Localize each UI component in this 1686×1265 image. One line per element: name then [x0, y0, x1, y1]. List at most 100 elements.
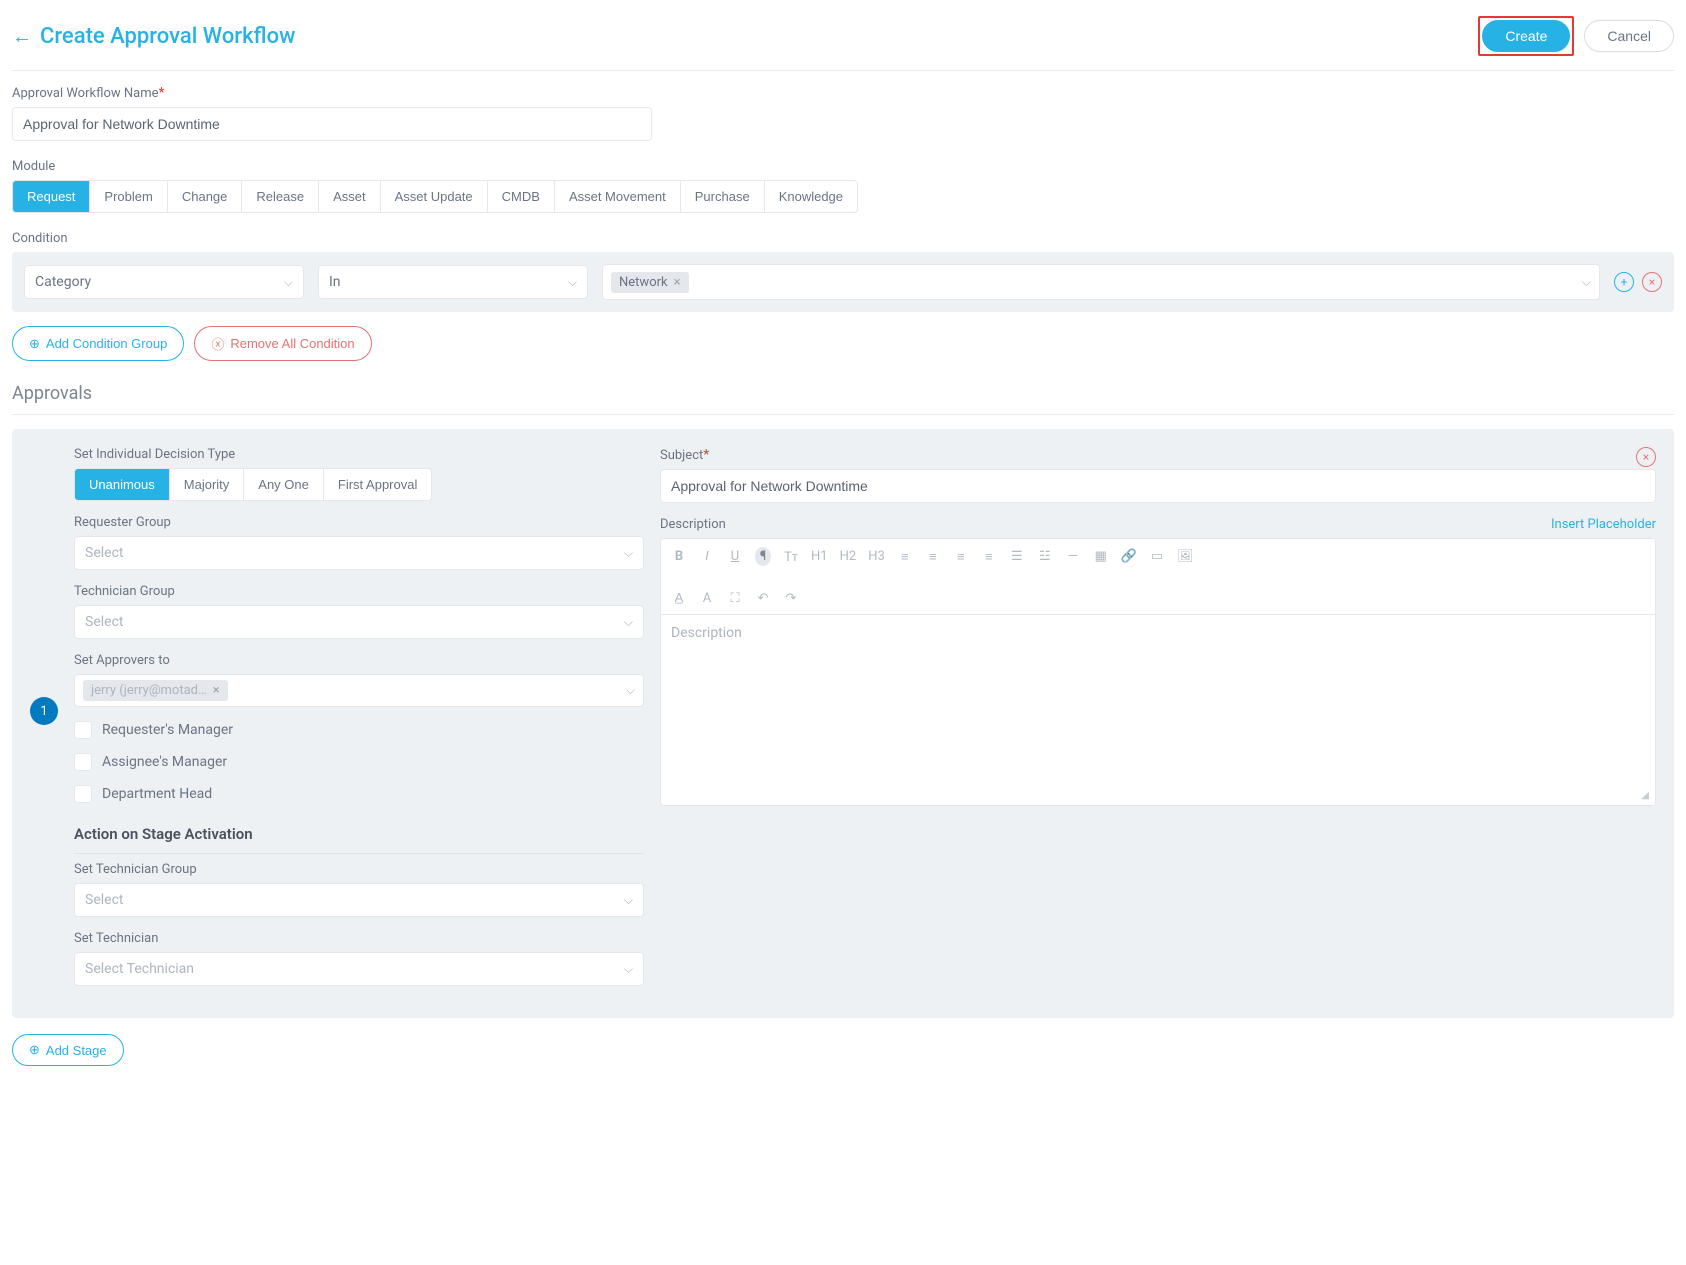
approvals-heading: Approvals — [12, 383, 1674, 415]
chevron-down-icon: ⌵ — [624, 615, 633, 630]
h1-icon[interactable]: H1 — [811, 549, 828, 564]
workflow-name-label: Approval Workflow Name* — [12, 85, 1674, 101]
chevron-down-icon: ⌵ — [624, 893, 633, 908]
video-icon[interactable]: ▭ — [1149, 549, 1165, 564]
technician-group-label: Technician Group — [74, 584, 644, 599]
underline-icon[interactable]: U — [727, 549, 743, 564]
workflow-name-input[interactable] — [12, 107, 652, 141]
plus-circle-icon: ⊕ — [29, 1042, 40, 1058]
checkbox-department-head[interactable]: Department Head — [74, 785, 644, 803]
text-size-icon[interactable]: Tᴛ — [783, 549, 799, 565]
condition-field-select[interactable]: Category ⌵ — [24, 265, 304, 299]
decision-unanimous[interactable]: Unanimous — [75, 469, 170, 500]
stage-right-column: Subject* Description Insert Placeholder … — [660, 447, 1656, 1000]
condition-value-tag: Network × — [611, 272, 689, 293]
add-condition-group-button[interactable]: ⊕ Add Condition Group — [12, 326, 184, 361]
decision-type-group: Unanimous Majority Any One First Approva… — [74, 468, 432, 501]
remove-tag-icon[interactable]: × — [674, 275, 681, 290]
checkbox-requesters-manager[interactable]: Requester's Manager — [74, 721, 644, 739]
technician-group-select[interactable]: Select ⌵ — [74, 605, 644, 639]
back-arrow-icon[interactable]: ← — [12, 24, 32, 49]
approvers-label: Set Approvers to — [74, 653, 644, 668]
tab-problem[interactable]: Problem — [90, 181, 167, 212]
subject-input[interactable] — [660, 469, 1656, 503]
cancel-button[interactable]: Cancel — [1584, 20, 1674, 52]
remove-tag-icon[interactable]: × — [213, 683, 220, 698]
add-stage-button[interactable]: ⊕ Add Stage — [12, 1034, 124, 1066]
tab-cmdb[interactable]: CMDB — [488, 181, 555, 212]
decision-any-one[interactable]: Any One — [244, 469, 324, 500]
approvers-select[interactable]: jerry (jerry@motad… × ⌵ — [74, 674, 644, 707]
decision-first-approval[interactable]: First Approval — [324, 469, 431, 500]
set-tech-group-label: Set Technician Group — [74, 862, 644, 877]
set-technician-select[interactable]: Select Technician ⌵ — [74, 952, 644, 986]
decision-majority[interactable]: Majority — [170, 469, 245, 500]
remove-stage-icon[interactable]: × — [1636, 447, 1656, 467]
align-center-icon[interactable]: ≡ — [925, 549, 941, 565]
stage-number-badge: 1 — [30, 697, 58, 725]
description-textarea[interactable]: Description ◢ — [661, 615, 1655, 805]
align-right-icon[interactable]: ≡ — [953, 549, 969, 565]
tab-knowledge[interactable]: Knowledge — [765, 181, 857, 212]
tab-purchase[interactable]: Purchase — [681, 181, 765, 212]
condition-operator-select[interactable]: In ⌵ — [318, 265, 588, 299]
tab-request[interactable]: Request — [13, 181, 90, 212]
remove-condition-icon[interactable]: × — [1642, 272, 1662, 292]
chevron-down-icon: ⌵ — [284, 275, 293, 290]
tab-asset-movement[interactable]: Asset Movement — [555, 181, 681, 212]
create-highlight: Create — [1478, 16, 1574, 56]
insert-placeholder-link[interactable]: Insert Placeholder — [1551, 517, 1656, 532]
approver-tag: jerry (jerry@motad… × — [83, 680, 228, 701]
tab-asset-update[interactable]: Asset Update — [381, 181, 488, 212]
italic-icon[interactable]: I — [699, 549, 715, 564]
h3-icon[interactable]: H3 — [868, 549, 885, 564]
resize-handle-icon[interactable]: ◢ — [1641, 790, 1649, 801]
checkbox-icon — [74, 721, 92, 739]
page-header: ← Create Approval Workflow Create Cancel — [12, 12, 1674, 71]
checkbox-assignees-manager[interactable]: Assignee's Manager — [74, 753, 644, 771]
align-left-icon[interactable]: ≡ — [897, 549, 913, 565]
tab-release[interactable]: Release — [242, 181, 319, 212]
editor-toolbar: B I U ¶ Tᴛ H1 H2 H3 ≡ ≡ ≡ ≡ ☰ ☳ — ▦ 🔗 ▭ … — [661, 539, 1655, 615]
chevron-down-icon: ⌵ — [568, 275, 577, 290]
set-tech-group-select[interactable]: Select ⌵ — [74, 883, 644, 917]
action-stage-heading: Action on Stage Activation — [74, 825, 644, 854]
remove-all-condition-button[interactable]: ⓧ Remove All Condition — [194, 326, 371, 361]
requester-group-select[interactable]: Select ⌵ — [74, 536, 644, 570]
font-icon[interactable]: A — [699, 591, 715, 606]
add-condition-icon[interactable]: + — [1614, 272, 1634, 292]
close-circle-icon: ⓧ — [211, 334, 224, 353]
image-icon[interactable]: 🖼 — [1177, 549, 1194, 564]
description-placeholder-text: Description — [671, 625, 742, 641]
redo-icon[interactable]: ↷ — [783, 591, 799, 606]
condition-section: Condition Category ⌵ In ⌵ Network × ⌵ + … — [12, 231, 1674, 361]
chevron-down-icon: ⌵ — [1582, 275, 1591, 290]
fullscreen-icon[interactable]: ⛶ — [727, 591, 743, 606]
table-icon[interactable]: ▦ — [1093, 549, 1109, 564]
condition-value-input[interactable]: Network × ⌵ — [602, 264, 1600, 300]
chevron-down-icon: ⌵ — [624, 962, 633, 977]
stage-left-column: Set Individual Decision Type Unanimous M… — [74, 447, 644, 1000]
font-color-icon[interactable]: A̲ — [671, 590, 687, 606]
module-label: Module — [12, 159, 1674, 174]
condition-row: Category ⌵ In ⌵ Network × ⌵ + × — [12, 252, 1674, 312]
plus-circle-icon: ⊕ — [29, 336, 40, 352]
description-label: Description — [660, 517, 726, 532]
align-justify-icon[interactable]: ≡ — [981, 549, 997, 565]
subject-label: Subject* — [660, 447, 1656, 463]
h2-icon[interactable]: H2 — [840, 549, 857, 564]
tab-asset[interactable]: Asset — [319, 181, 381, 212]
ordered-list-icon[interactable]: ☳ — [1037, 549, 1053, 564]
description-editor: B I U ¶ Tᴛ H1 H2 H3 ≡ ≡ ≡ ≡ ☰ ☳ — ▦ 🔗 ▭ … — [660, 538, 1656, 806]
paragraph-icon[interactable]: ¶ — [755, 547, 771, 566]
chevron-down-icon: ⌵ — [624, 546, 633, 561]
link-icon[interactable]: 🔗 — [1121, 549, 1137, 564]
create-button[interactable]: Create — [1482, 20, 1570, 52]
unordered-list-icon[interactable]: ☰ — [1009, 549, 1025, 564]
set-technician-label: Set Technician — [74, 931, 644, 946]
undo-icon[interactable]: ↶ — [755, 591, 771, 606]
horizontal-rule-icon[interactable]: — — [1065, 549, 1081, 564]
bold-icon[interactable]: B — [671, 549, 687, 564]
tab-change[interactable]: Change — [168, 181, 243, 212]
checkbox-label: Assignee's Manager — [102, 754, 227, 770]
